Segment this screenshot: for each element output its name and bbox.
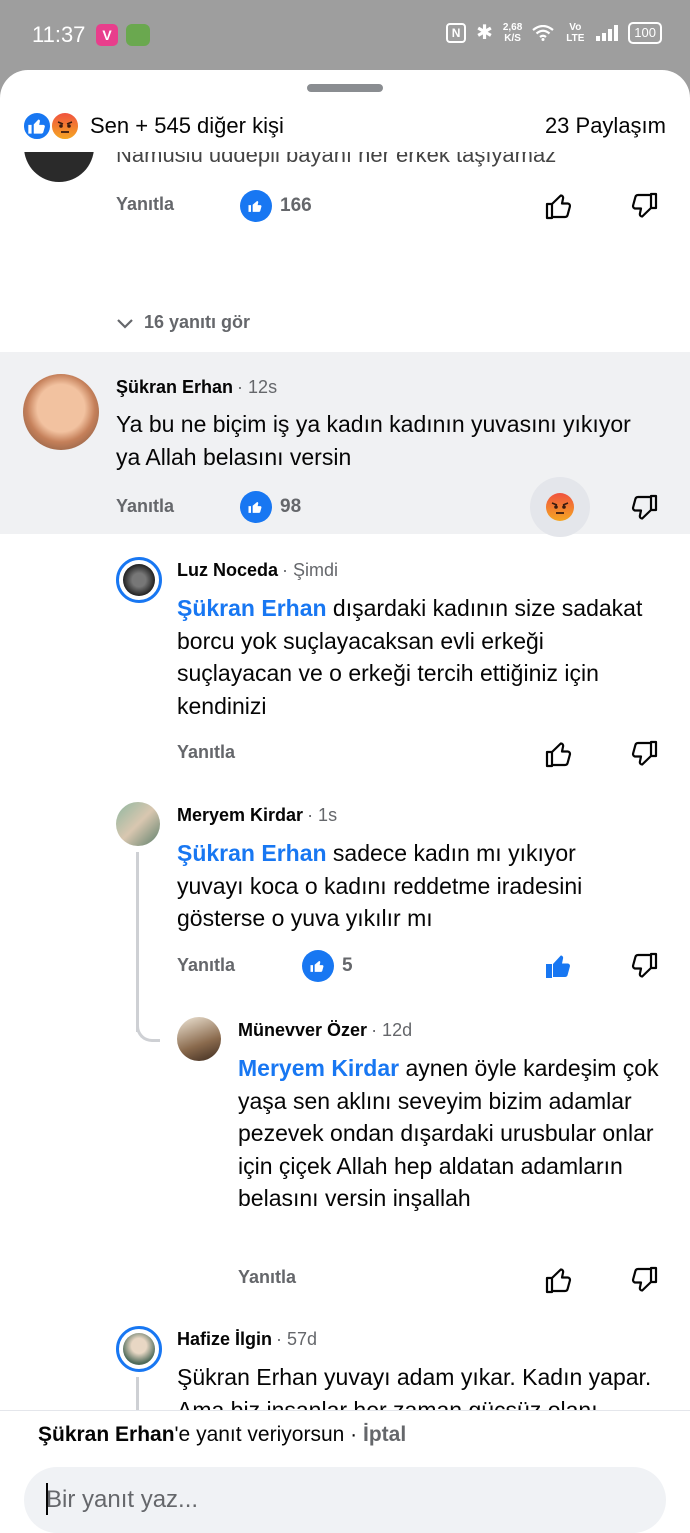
thumbs-up-icon-active[interactable] bbox=[543, 950, 575, 982]
thread-line bbox=[136, 852, 139, 1032]
angry-reaction-icon bbox=[50, 111, 80, 141]
chevron-down-icon bbox=[117, 318, 133, 329]
mention-link[interactable]: Meryem Kirdar bbox=[238, 1055, 399, 1081]
like-count-icon bbox=[302, 950, 334, 982]
comment-time: · 12s bbox=[237, 377, 278, 397]
battery-icon: 100 bbox=[628, 21, 662, 44]
avatar[interactable] bbox=[24, 152, 94, 182]
speed-value: 2,68 bbox=[502, 21, 523, 33]
signal-icon bbox=[596, 24, 619, 41]
status-bar: 11:37 V N ✱ 2,68 K/S Vo LTE 100 bbox=[0, 0, 690, 70]
comment-text: Meryem Kirdar aynen öyle kardeşim çok ya… bbox=[238, 1052, 663, 1215]
sheet-drag-handle[interactable] bbox=[307, 84, 383, 92]
thumbs-down-icon[interactable] bbox=[628, 190, 660, 222]
like-count-icon bbox=[240, 190, 272, 222]
replying-to-note: Şükran Erhan'e yanıt veriyorsun · İptal bbox=[38, 1423, 406, 1447]
thumbs-down-icon[interactable] bbox=[628, 1264, 660, 1296]
comment-highlighted: Şükran Erhan · 12s Ya bu ne biçim iş ya k… bbox=[0, 352, 690, 537]
comment-time: · Şimdi bbox=[282, 560, 339, 580]
replying-to-name: Şükran Erhan bbox=[38, 1423, 175, 1446]
thumbs-up-icon[interactable] bbox=[543, 190, 575, 222]
thread-connector bbox=[136, 1012, 160, 1042]
comment-text: Şükran Erhan yuvayı adam yıkar. Kadın ya… bbox=[177, 1364, 652, 1410]
avatar[interactable] bbox=[116, 802, 160, 846]
wifi-icon bbox=[532, 24, 554, 41]
like-count-value: 5 bbox=[342, 955, 353, 976]
mention-link[interactable]: Şükran Erhan bbox=[177, 595, 327, 621]
avatar[interactable] bbox=[116, 557, 162, 603]
reply-button[interactable]: Yanıtla bbox=[177, 955, 235, 976]
comment-author[interactable]: Meryem Kirdar · 1s bbox=[177, 805, 337, 826]
network-speed: 2,68 K/S bbox=[503, 22, 522, 44]
comments-list[interactable]: Namuslu uddepli bayanı her erkek taşıyam… bbox=[0, 152, 690, 1410]
reply-button[interactable]: Yanıtla bbox=[238, 1267, 296, 1288]
thumbs-down-icon[interactable] bbox=[628, 950, 660, 982]
like-count[interactable]: 98 bbox=[240, 491, 301, 523]
avatar[interactable] bbox=[177, 1017, 221, 1061]
comment-text: Şükran Erhan dışardaki kadının size sada… bbox=[177, 592, 647, 722]
like-count[interactable]: 166 bbox=[240, 190, 312, 222]
like-count-icon bbox=[240, 491, 272, 523]
avatar[interactable] bbox=[116, 1326, 162, 1372]
author-name[interactable]: Hafize İlgin bbox=[177, 1329, 272, 1349]
app-notification-icon: V bbox=[96, 24, 118, 46]
thumbs-down-icon[interactable] bbox=[628, 492, 660, 524]
angry-icon bbox=[546, 493, 574, 521]
reactions-summary-row[interactable]: Sen + 545 diğer kişi 23 Paylaşım bbox=[0, 106, 690, 146]
like-count[interactable]: 5 bbox=[302, 950, 353, 982]
game-notification-icon bbox=[126, 24, 150, 46]
reply-button[interactable]: Yanıtla bbox=[116, 496, 174, 517]
status-icons: N ✱ 2,68 K/S Vo LTE 100 bbox=[446, 20, 662, 45]
shares-count[interactable]: 23 Paylaşım bbox=[545, 113, 666, 139]
bluetooth-icon: ✱ bbox=[476, 22, 493, 44]
thumbs-up-icon[interactable] bbox=[543, 738, 575, 770]
thumbs-up-icon[interactable] bbox=[543, 1264, 575, 1296]
reply-button[interactable]: Yanıtla bbox=[177, 742, 235, 763]
comment-text: Şükran Erhan sadece kadın mı yıkıyor yuv… bbox=[177, 837, 647, 935]
like-count-value: 98 bbox=[280, 496, 302, 517]
comments-sheet: Sen + 545 diğer kişi 23 Paylaşım Namuslu… bbox=[0, 70, 690, 1533]
comment-time: · 57d bbox=[276, 1329, 318, 1349]
like-reaction-icon bbox=[22, 111, 52, 141]
view-replies-link[interactable]: 16 yanıtı gör bbox=[116, 312, 250, 333]
view-replies-label: 16 yanıtı gör bbox=[144, 312, 251, 332]
replying-to-suffix: 'e yanıt veriyorsun bbox=[174, 1423, 345, 1446]
author-name[interactable]: Münevver Özer bbox=[238, 1020, 367, 1040]
reply-button[interactable]: Yanıtla bbox=[116, 194, 174, 215]
volte-indicator: Vo LTE bbox=[566, 21, 585, 44]
nfc-icon: N bbox=[446, 22, 467, 43]
author-name[interactable]: Şükran Erhan bbox=[116, 377, 233, 397]
mention-link[interactable]: Şükran Erhan bbox=[177, 840, 327, 866]
status-time: 11:37 bbox=[32, 22, 86, 47]
avatar[interactable] bbox=[23, 374, 99, 450]
reply-input[interactable] bbox=[24, 1467, 666, 1533]
author-name[interactable]: Luz Noceda bbox=[177, 560, 278, 580]
thumbs-down-icon[interactable] bbox=[628, 738, 660, 770]
author-name[interactable]: Meryem Kirdar bbox=[177, 805, 303, 825]
comment-time: · 12d bbox=[371, 1020, 413, 1040]
text-cursor bbox=[46, 1483, 48, 1515]
like-count-value: 166 bbox=[280, 195, 312, 216]
angry-reaction-button[interactable] bbox=[530, 477, 590, 537]
reply-composer: Şükran Erhan'e yanıt veriyorsun · İptal bbox=[0, 1410, 690, 1533]
cancel-reply-button[interactable]: İptal bbox=[363, 1423, 406, 1446]
comment-author[interactable]: Münevver Özer · 12d bbox=[238, 1020, 412, 1041]
comment-author[interactable]: Luz Noceda · Şimdi bbox=[177, 560, 338, 581]
thread-line bbox=[136, 1377, 139, 1410]
comment-text: Ya bu ne biçim iş ya kadın kadının yuvas… bbox=[116, 411, 631, 470]
speed-unit: K/S bbox=[504, 32, 521, 44]
comment-text-partial: Namuslu uddepli bayanı her erkek taşıyam… bbox=[116, 152, 557, 167]
comment-author[interactable]: Hafize İlgin · 57d bbox=[177, 1329, 317, 1350]
comment-author[interactable]: Şükran Erhan · 12s bbox=[116, 377, 277, 398]
comment-time: · 1s bbox=[307, 805, 338, 825]
reactions-summary-text: Sen + 545 diğer kişi bbox=[90, 113, 284, 138]
separator: · bbox=[344, 1423, 363, 1446]
